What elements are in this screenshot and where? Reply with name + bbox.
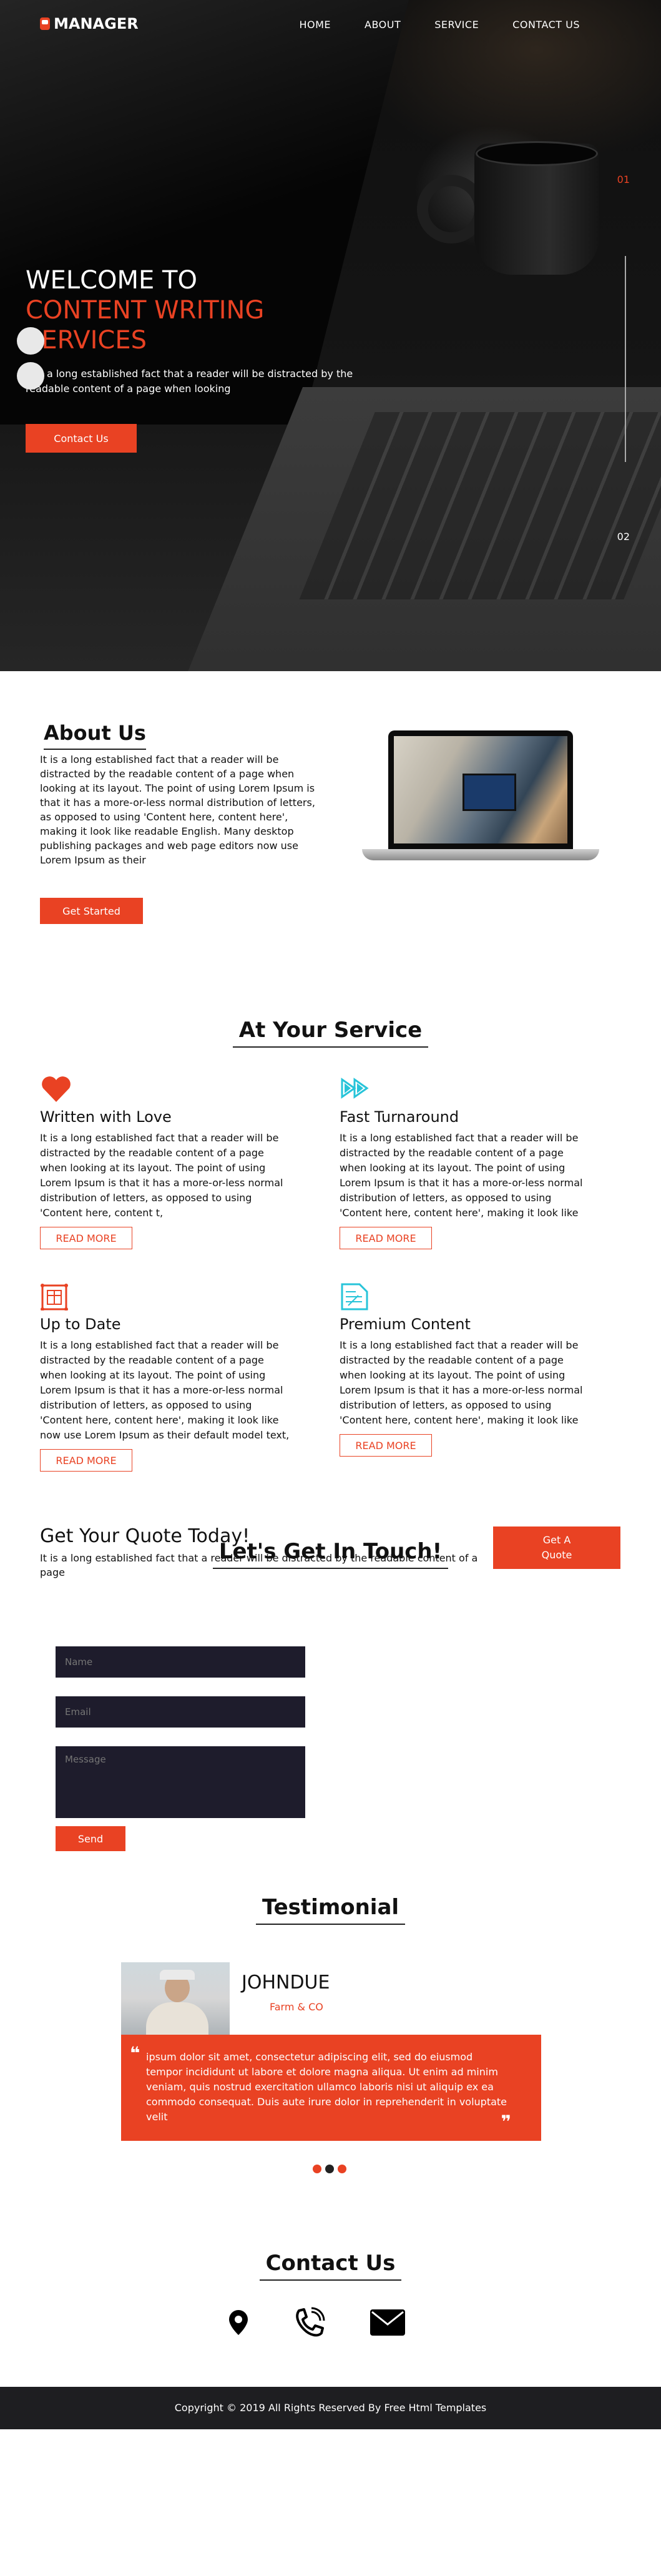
- service-title: Premium Content: [340, 1315, 471, 1333]
- slide-number-next[interactable]: 02: [617, 531, 630, 543]
- testimonial-text: ipsum dolor sit amet, consectetur adipis…: [146, 2051, 507, 2123]
- email-field[interactable]: [56, 1696, 305, 1728]
- testimonial-avatar: [121, 1962, 230, 2035]
- testimonial-title: Testimonial: [0, 1895, 661, 1925]
- slider-dot[interactable]: [17, 327, 44, 355]
- nav-item-home[interactable]: HOME: [299, 19, 331, 31]
- laptop-base: [362, 849, 599, 860]
- footer: Copyright © 2019 All Rights Reserved By …: [0, 2387, 661, 2429]
- hero-heading-line1: WELCOME TO: [26, 266, 197, 295]
- contact-title: Contact Us: [0, 2251, 661, 2281]
- services-title: At Your Service: [0, 1018, 661, 1048]
- get-started-button[interactable]: Get Started: [40, 898, 143, 924]
- service-text: It is a long established fact that a rea…: [340, 1339, 583, 1426]
- service-card: Up to Date It is a long established fact…: [40, 1283, 290, 1472]
- read-more-button[interactable]: READ MORE: [340, 1227, 432, 1249]
- pagination-dot[interactable]: [338, 2165, 346, 2173]
- read-more-button[interactable]: READ MORE: [340, 1434, 432, 1457]
- touch-title: Let's Get In Touch!: [0, 1539, 661, 1569]
- slider-dot[interactable]: [17, 362, 44, 390]
- map-pin-icon[interactable]: [228, 2309, 249, 2336]
- logo-text: MANAGER: [54, 15, 139, 32]
- service-text: It is a long established fact that a rea…: [40, 1132, 283, 1219]
- logo-icon: [40, 17, 50, 30]
- testimonial-section: Testimonial JOHNDUE Farm & CO ❝ ipsum do…: [0, 1895, 661, 2251]
- slide-number-current[interactable]: 01: [617, 174, 630, 185]
- read-more-button[interactable]: READ MORE: [40, 1227, 132, 1249]
- contact-us-button[interactable]: Contact Us: [26, 424, 137, 453]
- quote-open-icon: ❝: [130, 2043, 140, 2063]
- testimonial-name: JOHNDUE: [242, 1972, 330, 1993]
- fast-forward-icon: [341, 1078, 369, 1099]
- service-title: Written with Love: [40, 1108, 172, 1126]
- about-section: About Us It is a long established fact t…: [0, 671, 661, 983]
- heart-icon: [42, 1076, 71, 1102]
- phone-icon[interactable]: [293, 2307, 326, 2338]
- document-icon: [341, 1283, 368, 1310]
- hero-text: WELCOME TO CONTENT WRITING SERVICES It i…: [26, 265, 375, 396]
- contact-icons: [228, 2307, 405, 2338]
- services-section: At Your Service Written with Love It is …: [0, 983, 661, 1578]
- nav-item-contact-us[interactable]: CONTACT US: [512, 19, 580, 31]
- quote-close-icon: ❞: [501, 2111, 511, 2132]
- about-text: It is a long established fact that a rea…: [40, 754, 315, 866]
- footer-copyright: Copyright © 2019 All Rights Reserved By …: [174, 2402, 487, 2414]
- about-title: About Us: [44, 721, 146, 750]
- service-text: It is a long established fact that a rea…: [40, 1339, 290, 1441]
- pagination-dot[interactable]: [313, 2165, 321, 2173]
- testimonial-pagination: [313, 2165, 346, 2173]
- service-text: It is a long established fact that a rea…: [340, 1132, 583, 1219]
- nav-item-service[interactable]: SERVICE: [434, 19, 479, 31]
- testimonial-card: ❝ ipsum dolor sit amet, consectetur adip…: [121, 2035, 541, 2141]
- logo[interactable]: MANAGER: [40, 15, 139, 32]
- read-more-button[interactable]: READ MORE: [40, 1449, 132, 1472]
- get-in-touch-section: Let's Get In Touch! Send: [0, 1539, 661, 1895]
- service-card: Fast Turnaround It is a long established…: [340, 1076, 583, 1249]
- nav-menu: HOME ABOUT SERVICE CONTACT US: [299, 19, 580, 31]
- hero-background-mug-rim: [476, 141, 598, 166]
- main-nav: MANAGER HOME ABOUT SERVICE CONTACT US: [0, 0, 661, 50]
- hero-section: MANAGER HOME ABOUT SERVICE CONTACT US WE…: [0, 0, 661, 671]
- name-field[interactable]: [56, 1646, 305, 1678]
- hero-heading-line3: SERVICES: [26, 326, 147, 355]
- slide-progress-line: [625, 256, 626, 462]
- envelope-icon[interactable]: [370, 2309, 405, 2336]
- service-card: Written with Love It is a long establish…: [40, 1076, 290, 1249]
- laptop-screen: [388, 730, 573, 849]
- testimonial-role: Farm & CO: [270, 2001, 323, 2013]
- hero-heading-line2: CONTENT WRITING: [26, 296, 265, 325]
- pagination-dot-active[interactable]: [325, 2165, 334, 2173]
- service-title: Up to Date: [40, 1315, 121, 1333]
- message-field[interactable]: [56, 1746, 305, 1818]
- calendar-icon: [41, 1284, 68, 1310]
- send-button[interactable]: Send: [56, 1826, 125, 1851]
- hero-heading: WELCOME TO CONTENT WRITING SERVICES: [26, 265, 375, 355]
- about-laptop-image: [362, 730, 599, 868]
- hero-description: It is a long established fact that a rea…: [26, 368, 353, 395]
- contact-section: Contact Us: [0, 2251, 661, 2387]
- service-title: Fast Turnaround: [340, 1108, 459, 1126]
- nav-item-about[interactable]: ABOUT: [365, 19, 401, 31]
- service-card: Premium Content It is a long established…: [340, 1283, 583, 1457]
